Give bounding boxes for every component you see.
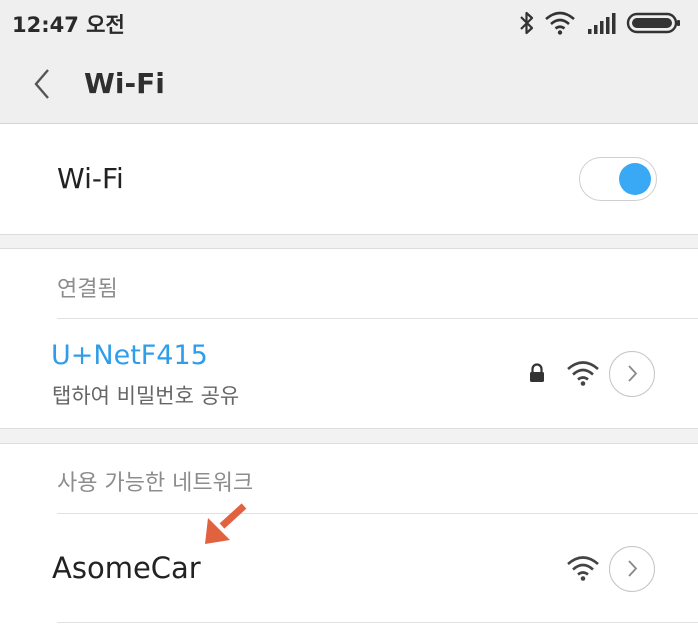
status-time: 12:47 오전 — [12, 13, 125, 37]
page-title: Wi-Fi — [84, 67, 165, 100]
section-separator — [0, 234, 698, 249]
status-bar: 12:47 오전 — [0, 0, 698, 46]
divider — [57, 622, 698, 623]
network-details-button[interactable] — [609, 351, 655, 397]
connected-network-name: U+NetF415 — [51, 340, 208, 371]
cell-signal-icon — [588, 13, 616, 34]
wifi-signal-icon — [567, 556, 599, 581]
battery-icon — [626, 12, 680, 34]
bluetooth-icon — [520, 11, 534, 35]
arrow-down-left-icon — [205, 503, 247, 544]
lock-icon — [530, 363, 544, 382]
chevron-right-icon — [628, 560, 638, 577]
wifi-toggle-label: Wi-Fi — [57, 162, 124, 195]
section-separator — [0, 428, 698, 444]
back-button[interactable] — [26, 64, 66, 104]
wifi-toggle-switch[interactable] — [579, 157, 657, 201]
wifi-icon — [545, 11, 575, 35]
status-icons — [514, 10, 684, 36]
wifi-signal-icon — [567, 361, 599, 386]
network-details-button[interactable] — [609, 546, 655, 592]
connected-section-header: 연결됨 — [57, 277, 118, 302]
chevron-left-icon — [34, 69, 49, 99]
available-network-name: AsomeCar — [52, 551, 201, 585]
chevron-right-icon — [628, 365, 638, 382]
connected-network-subtitle: 탭하여 비밀번호 공유 — [52, 384, 240, 408]
available-section-header: 사용 가능한 네트워크 — [57, 471, 254, 496]
title-bar: Wi-Fi — [0, 46, 698, 124]
toggle-knob — [619, 163, 651, 195]
